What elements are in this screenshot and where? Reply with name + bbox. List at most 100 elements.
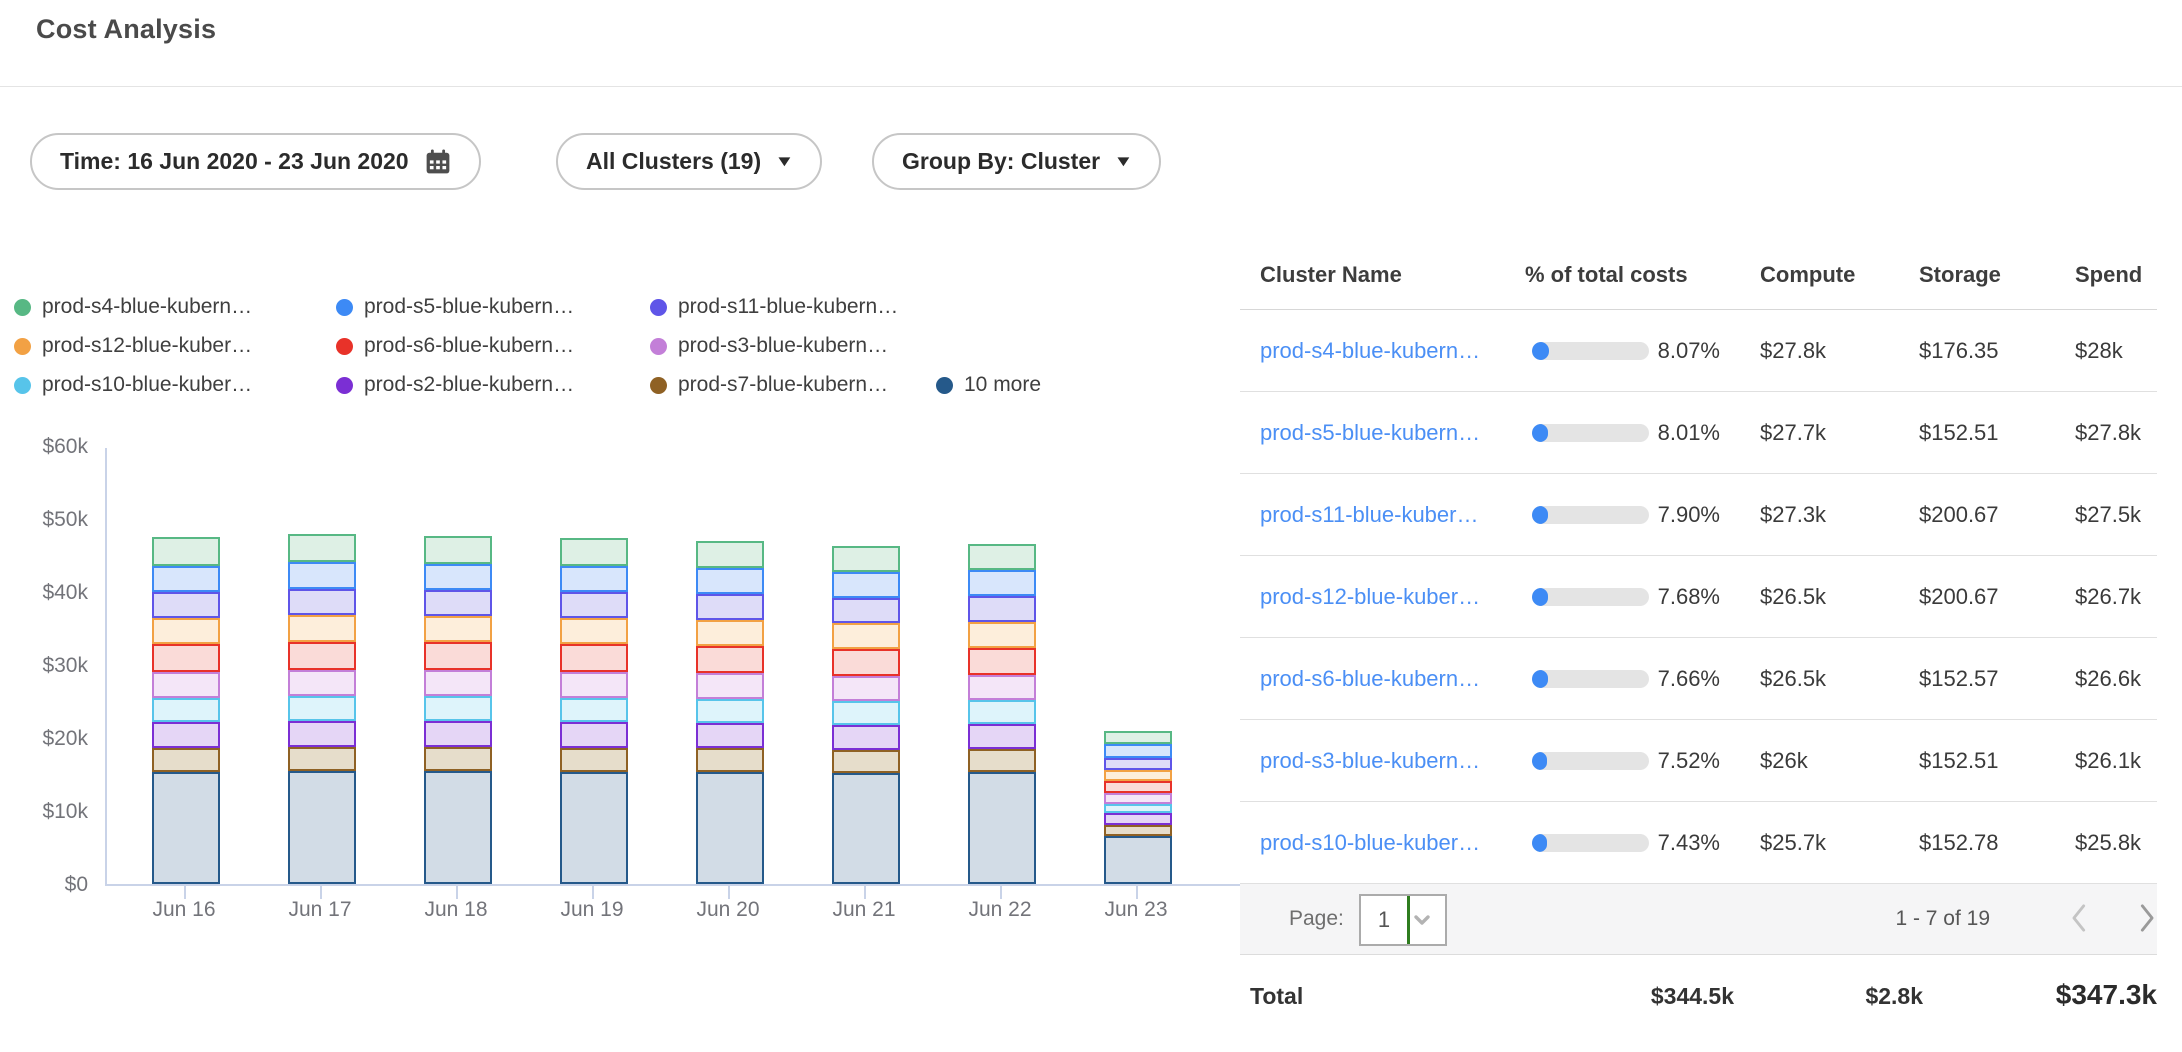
bar-segment[interactable] — [696, 723, 764, 748]
bar-segment[interactable] — [968, 648, 1036, 675]
bar-segment[interactable] — [560, 772, 628, 884]
bar-segment[interactable] — [696, 699, 764, 723]
bar-segment[interactable] — [832, 546, 900, 572]
bar-segment[interactable] — [424, 747, 492, 771]
bar-segment[interactable] — [560, 672, 628, 698]
legend-item[interactable]: prod-s7-blue-kubern… — [650, 368, 888, 402]
bar-segment[interactable] — [288, 696, 356, 721]
bar-segment[interactable] — [1104, 825, 1172, 836]
legend-item[interactable]: prod-s10-blue-kuber… — [14, 368, 252, 402]
bar-segment[interactable] — [832, 750, 900, 773]
bar-segment[interactable] — [832, 773, 900, 884]
bar-segment[interactable] — [560, 644, 628, 672]
bar-segment[interactable] — [1104, 781, 1172, 793]
bar-segment[interactable] — [1104, 770, 1172, 781]
bar-segment[interactable] — [424, 564, 492, 590]
bar-segment[interactable] — [968, 772, 1036, 884]
bar-segment[interactable] — [832, 676, 900, 701]
legend-item[interactable]: prod-s4-blue-kubern… — [14, 290, 252, 324]
bar-segment[interactable] — [696, 568, 764, 594]
bar-segment[interactable] — [152, 722, 220, 748]
bar-segment[interactable] — [424, 642, 492, 670]
bar-segment[interactable] — [152, 644, 220, 672]
bar-segment[interactable] — [288, 771, 356, 884]
bar-segment[interactable] — [288, 589, 356, 615]
bar-segment[interactable] — [832, 598, 900, 623]
cluster-name-link[interactable]: prod-s4-blue-kubern… — [1260, 310, 1480, 392]
bar-segment[interactable] — [288, 721, 356, 747]
bar-segment[interactable] — [424, 696, 492, 721]
bar-segment[interactable] — [832, 572, 900, 598]
bar-segment[interactable] — [560, 698, 628, 722]
bar-segment[interactable] — [968, 622, 1036, 648]
bar-segment[interactable] — [424, 590, 492, 616]
bar-segment[interactable] — [1104, 813, 1172, 825]
legend-item[interactable]: prod-s5-blue-kubern… — [336, 290, 574, 324]
bar-segment[interactable] — [968, 700, 1036, 724]
bar-segment[interactable] — [968, 675, 1036, 700]
bar-segment[interactable] — [1104, 758, 1172, 770]
groupby-filter-button[interactable]: Group By: Cluster ▼ — [872, 133, 1161, 190]
bar-segment[interactable] — [288, 670, 356, 696]
bar-segment[interactable] — [560, 566, 628, 592]
bar-segment[interactable] — [288, 747, 356, 771]
bar-segment[interactable] — [152, 537, 220, 566]
bar-segment[interactable] — [152, 618, 220, 644]
bar-segment[interactable] — [968, 749, 1036, 772]
bar-segment[interactable] — [696, 772, 764, 884]
bar-segment[interactable] — [696, 673, 764, 699]
bar-segment[interactable] — [288, 562, 356, 589]
legend-item[interactable]: prod-s6-blue-kubern… — [336, 329, 574, 363]
bar-segment[interactable] — [152, 748, 220, 772]
bar-segment[interactable] — [696, 646, 764, 673]
bar-segment[interactable] — [1104, 731, 1172, 744]
bar-segment[interactable] — [968, 570, 1036, 596]
time-filter-button[interactable]: Time: 16 Jun 2020 - 23 Jun 2020 — [30, 133, 481, 190]
bar-segment[interactable] — [968, 596, 1036, 622]
prev-page-button[interactable] — [2065, 884, 2095, 955]
bar-segment[interactable] — [832, 623, 900, 649]
legend-item[interactable]: 10 more — [936, 368, 1041, 402]
bar-segment[interactable] — [152, 566, 220, 592]
legend-item[interactable]: prod-s12-blue-kuber… — [14, 329, 252, 363]
bar-segment[interactable] — [560, 748, 628, 772]
bar-segment[interactable] — [832, 701, 900, 725]
bar-segment[interactable] — [152, 592, 220, 618]
legend-item[interactable]: prod-s11-blue-kubern… — [650, 290, 898, 324]
cluster-name-link[interactable]: prod-s3-blue-kubern… — [1260, 720, 1480, 802]
bar-segment[interactable] — [832, 649, 900, 676]
legend-item[interactable]: prod-s2-blue-kubern… — [336, 368, 574, 402]
bar-segment[interactable] — [560, 592, 628, 618]
bar-segment[interactable] — [288, 534, 356, 562]
cluster-name-link[interactable]: prod-s12-blue-kuber… — [1260, 556, 1480, 638]
bar-segment[interactable] — [560, 538, 628, 566]
bar-segment[interactable] — [968, 544, 1036, 570]
bar-segment[interactable] — [424, 616, 492, 642]
next-page-button[interactable] — [2131, 884, 2161, 955]
bar-segment[interactable] — [288, 615, 356, 642]
page-select[interactable]: 1 — [1359, 894, 1447, 946]
bar-segment[interactable] — [152, 672, 220, 698]
cluster-name-link[interactable]: prod-s5-blue-kubern… — [1260, 392, 1480, 474]
legend-item[interactable]: prod-s3-blue-kubern… — [650, 329, 888, 363]
bar-segment[interactable] — [832, 725, 900, 750]
cluster-name-link[interactable]: prod-s6-blue-kubern… — [1260, 638, 1480, 720]
cluster-name-link[interactable]: prod-s10-blue-kuber… — [1260, 802, 1480, 884]
bar-segment[interactable] — [696, 541, 764, 568]
bar-segment[interactable] — [152, 772, 220, 884]
bar-segment[interactable] — [560, 618, 628, 644]
cluster-name-link[interactable]: prod-s11-blue-kuber… — [1260, 474, 1478, 556]
bar-segment[interactable] — [696, 748, 764, 772]
bar-segment[interactable] — [424, 721, 492, 747]
bar-segment[interactable] — [1104, 804, 1172, 813]
bar-segment[interactable] — [1104, 744, 1172, 758]
bar-segment[interactable] — [696, 620, 764, 646]
bar-segment[interactable] — [424, 536, 492, 564]
bar-segment[interactable] — [424, 771, 492, 884]
bar-segment[interactable] — [696, 594, 764, 620]
bar-segment[interactable] — [560, 722, 628, 748]
bar-segment[interactable] — [968, 724, 1036, 749]
bar-segment[interactable] — [424, 670, 492, 696]
bar-segment[interactable] — [1104, 836, 1172, 884]
clusters-filter-button[interactable]: All Clusters (19) ▼ — [556, 133, 822, 190]
